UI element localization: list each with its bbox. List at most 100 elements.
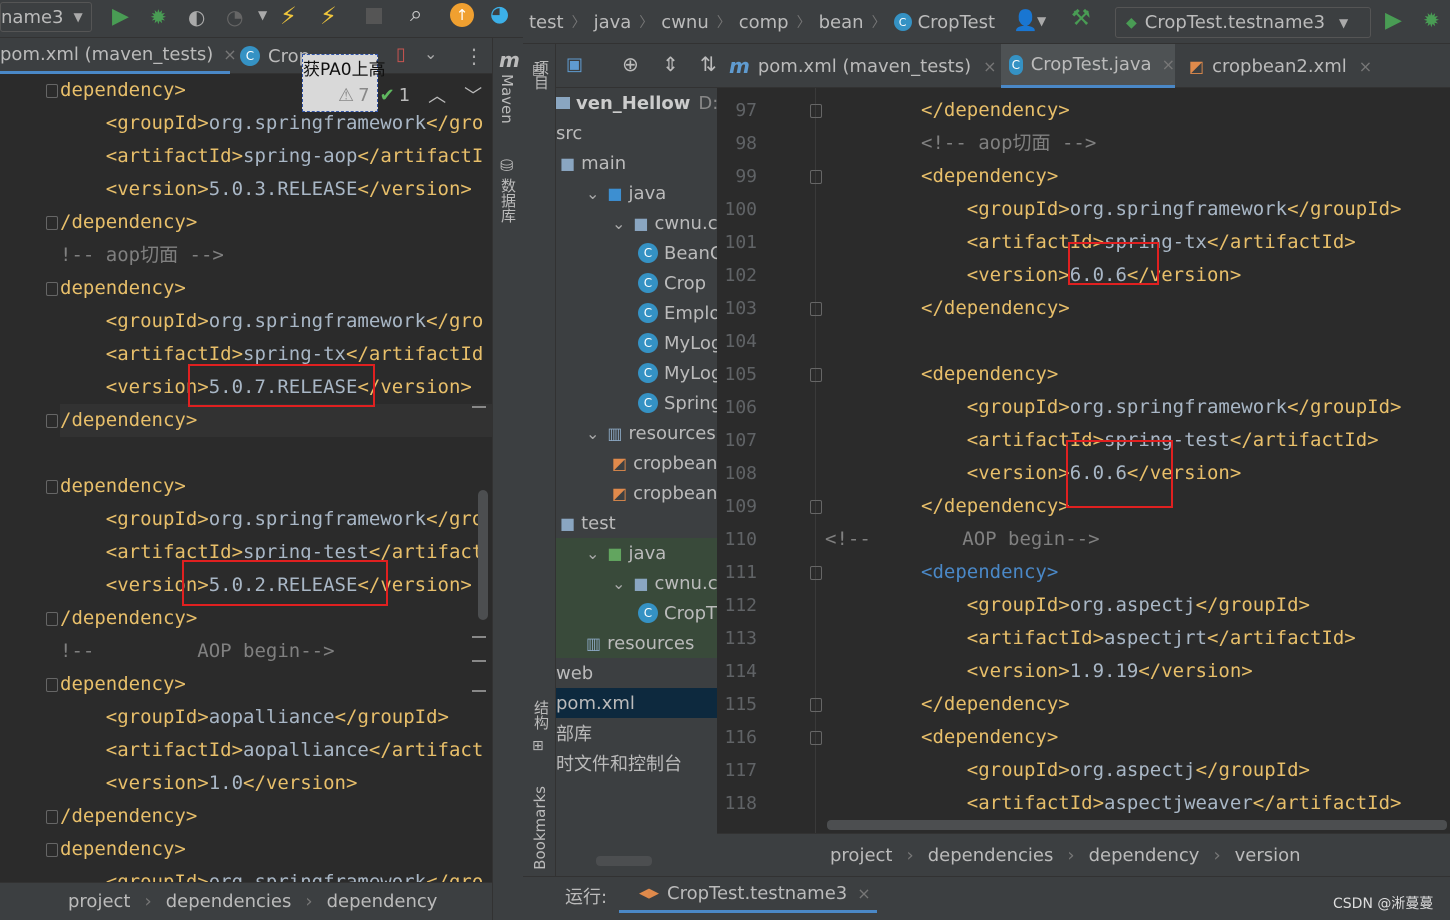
tree-item[interactable]: 时文件和控制台 — [556, 748, 682, 778]
tree-item[interactable]: C Spring — [638, 388, 717, 418]
tree-item[interactable]: ⌄ ▥ resources — [586, 418, 716, 448]
close-icon[interactable]: × — [1162, 55, 1175, 74]
chevron-down-icon[interactable]: ⌄ — [586, 424, 599, 443]
update-icon[interactable]: ↑ — [450, 3, 474, 27]
chevron-down-icon[interactable]: ⌄ — [612, 214, 625, 233]
tree-item[interactable]: ⌄ ■ java — [586, 178, 666, 208]
tree-item[interactable]: 部库 — [556, 718, 592, 748]
tree-item[interactable]: C MyLog — [638, 358, 717, 388]
run-tab[interactable]: ◀▶ CropTest.testname3 × — [619, 877, 877, 913]
debug-icon[interactable]: ✹ — [150, 5, 167, 29]
chevron-down-icon[interactable]: ▼ — [1037, 14, 1046, 28]
fold-marker-icon[interactable] — [810, 566, 822, 580]
tree-item[interactable]: ⌄ ■ java — [586, 538, 666, 568]
fold-marker-icon[interactable] — [810, 500, 822, 514]
breadcrumb-dependencies[interactable]: dependencies — [928, 845, 1054, 866]
fold-marker-icon[interactable] — [46, 810, 58, 824]
tree-item[interactable]: pom.xml — [556, 688, 717, 718]
tree-item[interactable]: src — [556, 118, 582, 148]
bookmarks-tool-label[interactable]: Bookmarks — [531, 786, 549, 870]
maven-m-icon[interactable]: m — [499, 48, 520, 72]
fold-marker-icon[interactable] — [810, 104, 822, 118]
structure-icon[interactable]: ⊞ — [532, 738, 544, 754]
jetbrains-icon[interactable]: ◕ — [490, 2, 509, 27]
database-tool-label[interactable]: 数据库 — [498, 178, 519, 223]
tree-item[interactable]: ⌄ ■cwnu.com — [612, 208, 717, 238]
fold-marker-icon[interactable] — [46, 414, 58, 428]
tree-item[interactable]: C Crop — [638, 268, 706, 298]
chevron-down-icon[interactable]: ⌄ — [586, 544, 599, 563]
tree-item[interactable]: web — [556, 658, 593, 688]
fold-marker-icon[interactable] — [46, 216, 58, 230]
tab-cropbean2-xml[interactable]: ◩ cropbean2.xml × — [1189, 44, 1389, 88]
fold-marker-icon[interactable] — [810, 368, 822, 382]
chevron-up-icon[interactable]: ︿ — [428, 82, 446, 108]
horizontal-scrollbar[interactable] — [827, 820, 1447, 830]
breadcrumb-version[interactable]: version — [1235, 845, 1301, 866]
collapse-all-icon[interactable]: ⇕ — [662, 52, 679, 76]
breadcrumb-item[interactable]: comp — [739, 12, 789, 33]
fold-marker-icon[interactable] — [46, 480, 58, 494]
lightning-icon[interactable]: ⚡ — [280, 2, 297, 30]
structure-tool-label[interactable]: 结构 — [531, 700, 552, 730]
breadcrumb-item[interactable]: cwnu — [661, 12, 708, 33]
run-config-select[interactable]: ◆ CropTest.testname3 ▼ — [1115, 7, 1371, 38]
chevron-down-icon[interactable]: ⌄ — [586, 184, 599, 203]
tree-item[interactable]: ▥ resources — [586, 628, 694, 658]
close-icon[interactable]: × — [1359, 57, 1372, 76]
close-icon[interactable]: × — [983, 57, 996, 76]
coverage-icon[interactable]: ◐ — [188, 5, 205, 29]
tree-scrollbar[interactable] — [596, 856, 652, 866]
build-hammer-icon[interactable]: ⚒ — [1071, 6, 1091, 31]
tree-item[interactable]: ■ test — [560, 508, 616, 538]
fold-marker-icon[interactable] — [810, 170, 822, 184]
breadcrumb-item[interactable]: test — [529, 12, 564, 33]
database-icon[interactable]: ⛁ — [500, 156, 513, 175]
fold-marker-icon[interactable] — [810, 302, 822, 316]
tree-item[interactable]: ◩ cropbean — [612, 448, 717, 478]
breadcrumb-dependencies[interactable]: dependencies — [166, 891, 292, 912]
tree-item[interactable]: ■ main — [560, 148, 626, 178]
chevron-down-icon[interactable]: ⌄ — [424, 44, 437, 63]
run-icon[interactable]: ▶ — [1385, 8, 1402, 33]
user-icon[interactable]: 👤 — [1013, 8, 1038, 32]
lightning-debug-icon[interactable]: ⚡ — [320, 2, 337, 30]
breadcrumb-item[interactable]: CropTest — [918, 12, 995, 33]
close-icon[interactable]: × — [223, 45, 236, 64]
run-config-select[interactable]: name3 ▼ — [0, 2, 92, 32]
tab-pom-xml[interactable]: m pom.xml (maven_tests) × — [729, 44, 999, 88]
tree-item[interactable]: C CropT — [638, 598, 717, 628]
crosshair-icon[interactable]: ⊕ — [622, 52, 639, 76]
breadcrumb-item[interactable]: bean — [819, 12, 864, 33]
breadcrumb-dependency[interactable]: dependency — [327, 891, 438, 912]
tab-pom-xml[interactable]: pom.xml (maven_tests) × — [0, 38, 237, 74]
select-opened-file-icon[interactable]: ▣ — [566, 54, 583, 75]
breadcrumb-dependency[interactable]: dependency — [1089, 845, 1200, 866]
fold-marker-icon[interactable] — [46, 678, 58, 692]
tree-item[interactable]: ◩ cropbean — [612, 478, 717, 508]
tree-item[interactable]: C MyLog — [638, 328, 717, 358]
tree-item[interactable]: ⌄ ■cwnu.com — [612, 568, 717, 598]
fold-marker-icon[interactable] — [46, 84, 58, 98]
breadcrumb-project[interactable]: project — [830, 845, 892, 866]
expand-icon[interactable]: ⇅ — [700, 52, 717, 76]
chevron-down-icon[interactable]: ▼ — [258, 8, 267, 22]
tab-croptest-java[interactable]: C CropTest.java × — [1001, 44, 1175, 88]
profile-icon[interactable]: ◔ — [226, 5, 243, 29]
tree-item[interactable]: C BeanC — [638, 238, 717, 268]
project-tool-label[interactable]: 项目 — [531, 60, 552, 90]
breadcrumb-item[interactable]: java — [594, 12, 632, 33]
maven-tool-label[interactable]: Maven — [498, 74, 516, 124]
breadcrumb-project[interactable]: project — [68, 891, 130, 912]
chevron-down-icon[interactable]: ﹀ — [464, 82, 482, 108]
chevron-down-icon[interactable]: ⌄ — [612, 574, 625, 593]
debug-icon[interactable]: ✹ — [1423, 8, 1440, 32]
fold-marker-icon[interactable] — [46, 612, 58, 626]
search-icon[interactable]: ⌕ — [410, 2, 422, 27]
fold-marker-icon[interactable] — [46, 282, 58, 296]
project-root-row[interactable]: ven_Hellow D:\jav — [556, 88, 717, 118]
stop-icon[interactable] — [366, 8, 382, 24]
fold-marker-icon[interactable] — [810, 698, 822, 712]
close-icon[interactable]: × — [857, 884, 870, 903]
more-options-icon[interactable]: ⋮ — [464, 44, 484, 68]
